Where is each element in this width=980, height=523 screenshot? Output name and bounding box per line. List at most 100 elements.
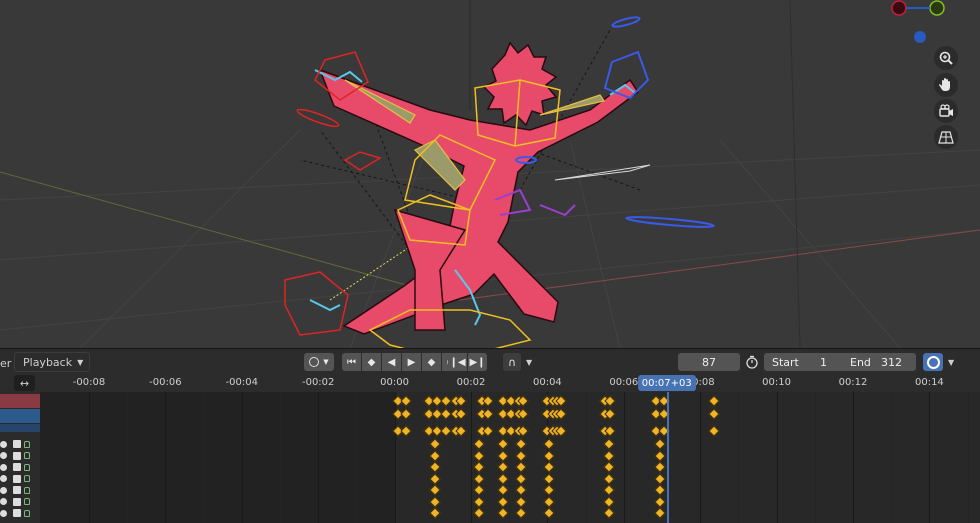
dopesheet-region[interactable] bbox=[40, 392, 980, 523]
lock-icon[interactable] bbox=[24, 486, 30, 494]
keyframe[interactable] bbox=[429, 472, 441, 485]
3d-viewport[interactable] bbox=[0, 0, 980, 348]
keyframe[interactable] bbox=[400, 425, 412, 437]
keyframe[interactable] bbox=[497, 461, 510, 473]
keyframe[interactable] bbox=[602, 495, 615, 508]
keyframe[interactable] bbox=[429, 507, 441, 519]
time-ruler[interactable]: ↔ -00:08 -00:06 -00:04 -00:02 00:00 00:02 00:0… bbox=[0, 374, 980, 392]
keyframe[interactable] bbox=[543, 461, 555, 473]
keyframe[interactable] bbox=[654, 461, 666, 473]
keyframe[interactable] bbox=[400, 395, 412, 407]
keying-toggle[interactable]: ▼ bbox=[304, 353, 334, 371]
channel-summary-red[interactable] bbox=[0, 394, 40, 408]
channel-row[interactable] bbox=[0, 439, 40, 449]
stopwatch-icon[interactable] bbox=[745, 353, 759, 371]
lock-icon[interactable] bbox=[24, 509, 30, 517]
keyframe[interactable] bbox=[543, 507, 555, 519]
mute-checkbox-icon[interactable] bbox=[13, 474, 21, 483]
keyframe[interactable] bbox=[472, 449, 485, 462]
keyframe[interactable] bbox=[654, 507, 666, 519]
lock-icon[interactable] bbox=[24, 498, 30, 505]
camera-icon[interactable] bbox=[934, 99, 958, 123]
lock-icon[interactable] bbox=[24, 440, 30, 448]
keyframe[interactable] bbox=[602, 438, 615, 450]
keyframe[interactable] bbox=[543, 472, 555, 485]
keyframe[interactable] bbox=[543, 438, 555, 450]
next-keyframe-icon[interactable]: ◆ bbox=[422, 353, 441, 371]
playhead-line[interactable] bbox=[666, 392, 669, 523]
mute-checkbox-icon[interactable] bbox=[13, 463, 21, 471]
play-reverse-icon[interactable]: ◀ bbox=[382, 353, 401, 371]
keyframe[interactable] bbox=[497, 507, 510, 519]
lock-icon[interactable] bbox=[24, 463, 30, 471]
keyframe[interactable] bbox=[654, 449, 666, 462]
channel-row[interactable] bbox=[0, 474, 40, 484]
graph-visibility-icon[interactable] bbox=[0, 509, 7, 517]
keyframe[interactable] bbox=[707, 395, 720, 407]
prev-keyframe-icon[interactable]: ◆ bbox=[362, 353, 381, 371]
keyframe[interactable] bbox=[707, 408, 720, 420]
mute-checkbox-icon[interactable] bbox=[13, 497, 21, 506]
zoom-icon[interactable] bbox=[934, 46, 958, 70]
current-frame-field[interactable]: 87 bbox=[678, 353, 740, 371]
channel-row[interactable] bbox=[0, 462, 40, 472]
keyframe[interactable] bbox=[514, 472, 527, 485]
keyframe[interactable] bbox=[472, 495, 485, 508]
keyframe[interactable] bbox=[654, 438, 666, 450]
end-frame-field[interactable]: 312 bbox=[881, 356, 902, 369]
keyframe[interactable] bbox=[429, 449, 441, 462]
marker-menu[interactable]: er bbox=[0, 354, 11, 372]
graph-visibility-icon[interactable] bbox=[0, 463, 7, 471]
keyframe[interactable] bbox=[543, 449, 555, 462]
keyframe[interactable] bbox=[707, 425, 720, 437]
keyframe[interactable] bbox=[514, 438, 527, 450]
keyframe[interactable] bbox=[514, 495, 527, 508]
playback-menu[interactable]: Playback ▼ bbox=[14, 352, 91, 372]
keyframe[interactable] bbox=[654, 484, 666, 496]
keyframe[interactable] bbox=[497, 472, 510, 485]
keyframe[interactable] bbox=[472, 484, 485, 496]
channel-row[interactable] bbox=[0, 497, 40, 507]
keyframe[interactable] bbox=[602, 461, 615, 473]
keyframe[interactable] bbox=[514, 507, 527, 519]
keyframe[interactable] bbox=[514, 461, 527, 473]
graph-visibility-icon[interactable] bbox=[0, 475, 7, 482]
mute-checkbox-icon[interactable] bbox=[13, 451, 21, 460]
channel-row[interactable] bbox=[0, 508, 40, 518]
keyframe[interactable] bbox=[429, 461, 441, 473]
keyframe[interactable] bbox=[654, 472, 666, 485]
graph-visibility-icon[interactable] bbox=[0, 498, 7, 505]
auto-snap-toggle[interactable]: ∩ ▼ bbox=[503, 353, 532, 371]
lock-icon[interactable] bbox=[24, 452, 30, 459]
keyframe[interactable] bbox=[429, 438, 441, 450]
swap-arrows-icon[interactable]: ↔ bbox=[14, 375, 35, 391]
keyframe[interactable] bbox=[602, 484, 615, 496]
grid-view-icon[interactable] bbox=[934, 125, 958, 149]
keyframe[interactable] bbox=[429, 495, 441, 508]
keyframe[interactable] bbox=[654, 495, 666, 508]
keyframe[interactable] bbox=[497, 438, 510, 450]
channel-row[interactable] bbox=[0, 485, 40, 495]
keyframe[interactable] bbox=[543, 495, 555, 508]
keyframe[interactable] bbox=[497, 495, 510, 508]
channel-object-blue[interactable] bbox=[0, 409, 40, 423]
mute-checkbox-icon[interactable] bbox=[13, 440, 21, 448]
graph-visibility-icon[interactable] bbox=[0, 452, 7, 459]
keyframe[interactable] bbox=[514, 449, 527, 462]
channel-row[interactable] bbox=[0, 451, 40, 461]
keyframe[interactable] bbox=[602, 507, 615, 519]
keyframe[interactable] bbox=[602, 449, 615, 462]
graph-visibility-icon[interactable] bbox=[0, 486, 7, 494]
keyframe[interactable] bbox=[543, 484, 555, 496]
keyframe[interactable] bbox=[472, 461, 485, 473]
prev-marker-icon[interactable]: ❙◀ bbox=[448, 353, 467, 371]
channel-action-blue[interactable] bbox=[0, 424, 40, 432]
start-frame-field[interactable]: 1 bbox=[820, 356, 827, 369]
lock-icon[interactable] bbox=[24, 475, 30, 482]
hand-pan-icon[interactable] bbox=[934, 73, 958, 97]
mute-checkbox-icon[interactable] bbox=[13, 509, 21, 517]
keyframe[interactable] bbox=[429, 484, 441, 496]
current-time-indicator[interactable]: 00:07+03 bbox=[637, 375, 696, 391]
keyframe[interactable] bbox=[472, 507, 485, 519]
keyframe[interactable] bbox=[497, 449, 510, 462]
